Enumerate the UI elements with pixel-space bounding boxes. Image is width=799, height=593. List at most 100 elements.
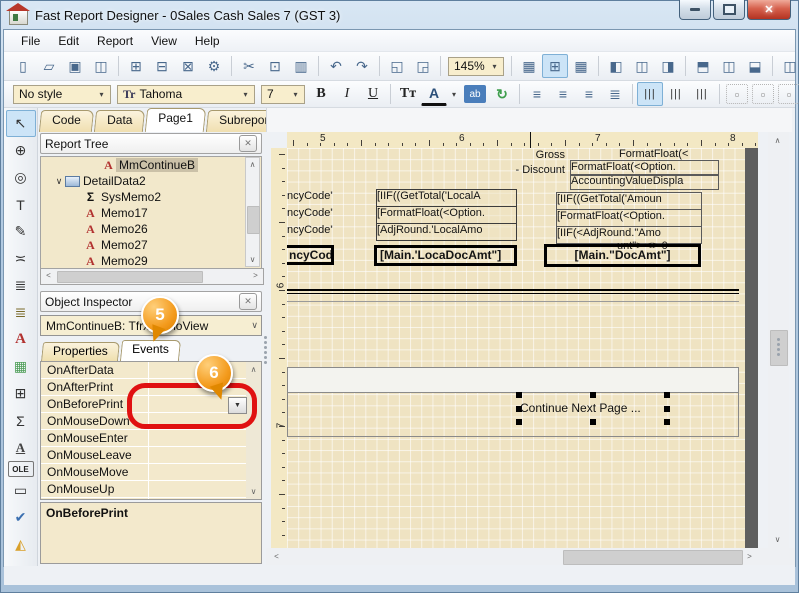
scroll-right-icon[interactable]: > <box>743 550 756 563</box>
shape-object-button[interactable]: ▭ <box>6 477 36 504</box>
chevron-down-icon[interactable]: ∨ <box>251 320 258 331</box>
page-settings-button[interactable]: ⚙ <box>201 54 227 78</box>
event-row-onmouseenter[interactable]: OnMouseEnter <box>41 430 261 447</box>
insert-band-button[interactable]: ≣ <box>6 272 36 299</box>
restore-button[interactable] <box>713 0 745 20</box>
underline-button[interactable]: U <box>360 82 386 106</box>
memo-object[interactable]: AccountingValueDispla <box>570 174 719 190</box>
event-value-cell[interactable] <box>149 481 261 497</box>
font-color-button[interactable]: A <box>421 83 447 106</box>
align-bottoms-button[interactable]: ⬓ <box>742 54 768 78</box>
scroll-up-icon[interactable]: ∧ <box>771 134 784 147</box>
menu-item-edit[interactable]: Edit <box>49 31 88 51</box>
memo-object[interactable]: [FormatFloat(<Option. <box>376 206 517 224</box>
vertical-align-center-button[interactable]: ||| <box>663 82 689 106</box>
memo-object[interactable]: [Main.'LocaDocAmt"] <box>374 245 517 266</box>
tree-item-sysmemo2[interactable]: ΣSysMemo2 <box>41 189 261 205</box>
scroll-left-icon[interactable]: < <box>270 550 283 563</box>
style-combo[interactable]: No style▾ <box>13 85 111 104</box>
subreport-object-button[interactable]: ⊞ <box>6 380 36 407</box>
align-right-edges-button[interactable]: ◨ <box>655 54 681 78</box>
event-row-onpreviewclick[interactable]: OnPreviewClick <box>41 498 261 500</box>
chevron-down-icon[interactable]: ▾ <box>289 88 302 101</box>
copy-button[interactable]: ⊡ <box>262 54 288 78</box>
scroll-up-icon[interactable]: ∧ <box>246 158 259 171</box>
minimize-button[interactable] <box>679 0 711 20</box>
event-value-cell[interactable] <box>149 464 261 480</box>
tab-code[interactable]: Code <box>39 110 94 132</box>
font-name-combo[interactable]: TrTahoma▾ <box>117 85 255 104</box>
vertical-align-top-button[interactable]: ||| <box>637 82 663 106</box>
undo-button[interactable]: ↶ <box>323 54 349 78</box>
preview-button[interactable]: ◫ <box>88 54 114 78</box>
memo-object[interactable]: [AdjRound.'LocalAmo <box>376 223 517 241</box>
event-row-onmouseup[interactable]: OnMouseUp <box>41 481 261 498</box>
event-row-onmouseleave[interactable]: OnMouseLeave <box>41 447 261 464</box>
scroll-down-icon[interactable]: ∨ <box>771 533 784 546</box>
zoom-tool[interactable]: ◎ <box>6 164 36 191</box>
design-vscrollbar[interactable]: ∧ ∨ <box>768 132 789 548</box>
new-page-button[interactable]: ⊞ <box>123 54 149 78</box>
report-tree-close-icon[interactable]: ✕ <box>239 135 257 152</box>
band-structure-tool[interactable]: ≍ <box>6 245 36 272</box>
rotate-button[interactable]: ↻ <box>489 82 515 106</box>
memo-object[interactable]: ncyCode"> <> <box>287 190 333 205</box>
scroll-up-icon[interactable]: ∧ <box>247 363 260 376</box>
redo-button[interactable]: ↷ <box>349 54 375 78</box>
tab-properties[interactable]: Properties <box>41 342 120 361</box>
events-vscrollbar[interactable]: ∧ ∨ <box>246 362 261 499</box>
memo-object[interactable]: ncyCode"> <> <box>287 245 334 265</box>
selected-memo-object[interactable]: Continue Next Page ... <box>520 396 666 421</box>
align-text-left-button[interactable]: ≡ <box>524 82 550 106</box>
highlight-button[interactable]: ab <box>464 85 486 103</box>
delete-page-button[interactable]: ⊠ <box>175 54 201 78</box>
design-canvas[interactable]: Gross- DiscountFormatFloat(<FormatFloat(… <box>287 148 758 548</box>
tree-item-memo26[interactable]: AMemo26 <box>41 221 261 237</box>
scroll-down-icon[interactable]: ∨ <box>246 253 259 266</box>
tree-item-detaildata2[interactable]: ∨DetailData2 <box>41 173 261 189</box>
frame-left-button[interactable]: ▫ <box>778 84 799 104</box>
scroll-thumb[interactable] <box>247 206 260 234</box>
tree-item-mmcontinueb[interactable]: AMmContinueB <box>41 157 261 173</box>
save-report-button[interactable]: ▣ <box>62 54 88 78</box>
text-object-button[interactable]: A <box>6 326 36 353</box>
scroll-down-icon[interactable]: ∨ <box>247 485 260 498</box>
chevron-down-icon[interactable]: ▾ <box>239 88 252 101</box>
memo-object[interactable]: [IIF((GetTotal('LocalA <box>376 189 517 207</box>
align-v-centers-button[interactable]: ◫ <box>716 54 742 78</box>
menu-item-view[interactable]: View <box>142 31 186 51</box>
align-h-centers-button[interactable]: ◫ <box>629 54 655 78</box>
memo-object[interactable]: ncyCode"> <> <box>287 207 333 222</box>
bold-button[interactable]: B <box>308 82 334 106</box>
hand-tool[interactable]: ⊕ <box>6 137 36 164</box>
memo-object[interactable]: Gross <box>501 149 565 162</box>
chart-object-button[interactable]: ◭ <box>6 531 36 558</box>
close-button[interactable]: ✕ <box>747 0 791 20</box>
design-hscrollbar[interactable]: < > <box>266 548 758 565</box>
space-horizontally-button[interactable]: ◫ <box>777 54 799 78</box>
select-tool[interactable]: ↖ <box>6 110 36 137</box>
scroll-right-icon[interactable]: > <box>249 269 262 282</box>
memo-object[interactable]: - Discount <box>483 164 565 178</box>
cut-button[interactable]: ✂ <box>236 54 262 78</box>
fit-to-grid-button[interactable]: ▦ <box>568 54 594 78</box>
scroll-thumb[interactable] <box>563 550 743 565</box>
frame-top-button[interactable]: ▫ <box>726 84 748 104</box>
memo-object[interactable]: ncyCode"> <> <box>287 224 333 239</box>
tab-data[interactable]: Data <box>94 110 146 132</box>
checkbox-object-button[interactable]: ✔ <box>6 504 36 531</box>
richtext-object-button[interactable]: A <box>6 434 36 461</box>
picture-object-button[interactable]: ▦ <box>6 353 36 380</box>
menu-item-report[interactable]: Report <box>88 31 142 51</box>
menu-item-help[interactable]: Help <box>186 31 229 51</box>
tab-page1[interactable]: Page1 <box>145 108 206 132</box>
show-grid-button[interactable]: ▦ <box>516 54 542 78</box>
sum-object-button[interactable]: Σ <box>6 407 36 434</box>
memo-object[interactable]: [Main."DocAmt"] <box>544 244 701 267</box>
chevron-down-icon[interactable]: ▾ <box>95 88 108 101</box>
memo-object[interactable]: [FormatFloat(<Option. <box>556 209 702 227</box>
memo-object[interactable]: [IIF((GetTotal('Amoun <box>556 192 702 210</box>
italic-button[interactable]: I <box>334 82 360 106</box>
new-dialog-button[interactable]: ⊟ <box>149 54 175 78</box>
report-tree-hscrollbar[interactable]: < > <box>40 268 264 285</box>
